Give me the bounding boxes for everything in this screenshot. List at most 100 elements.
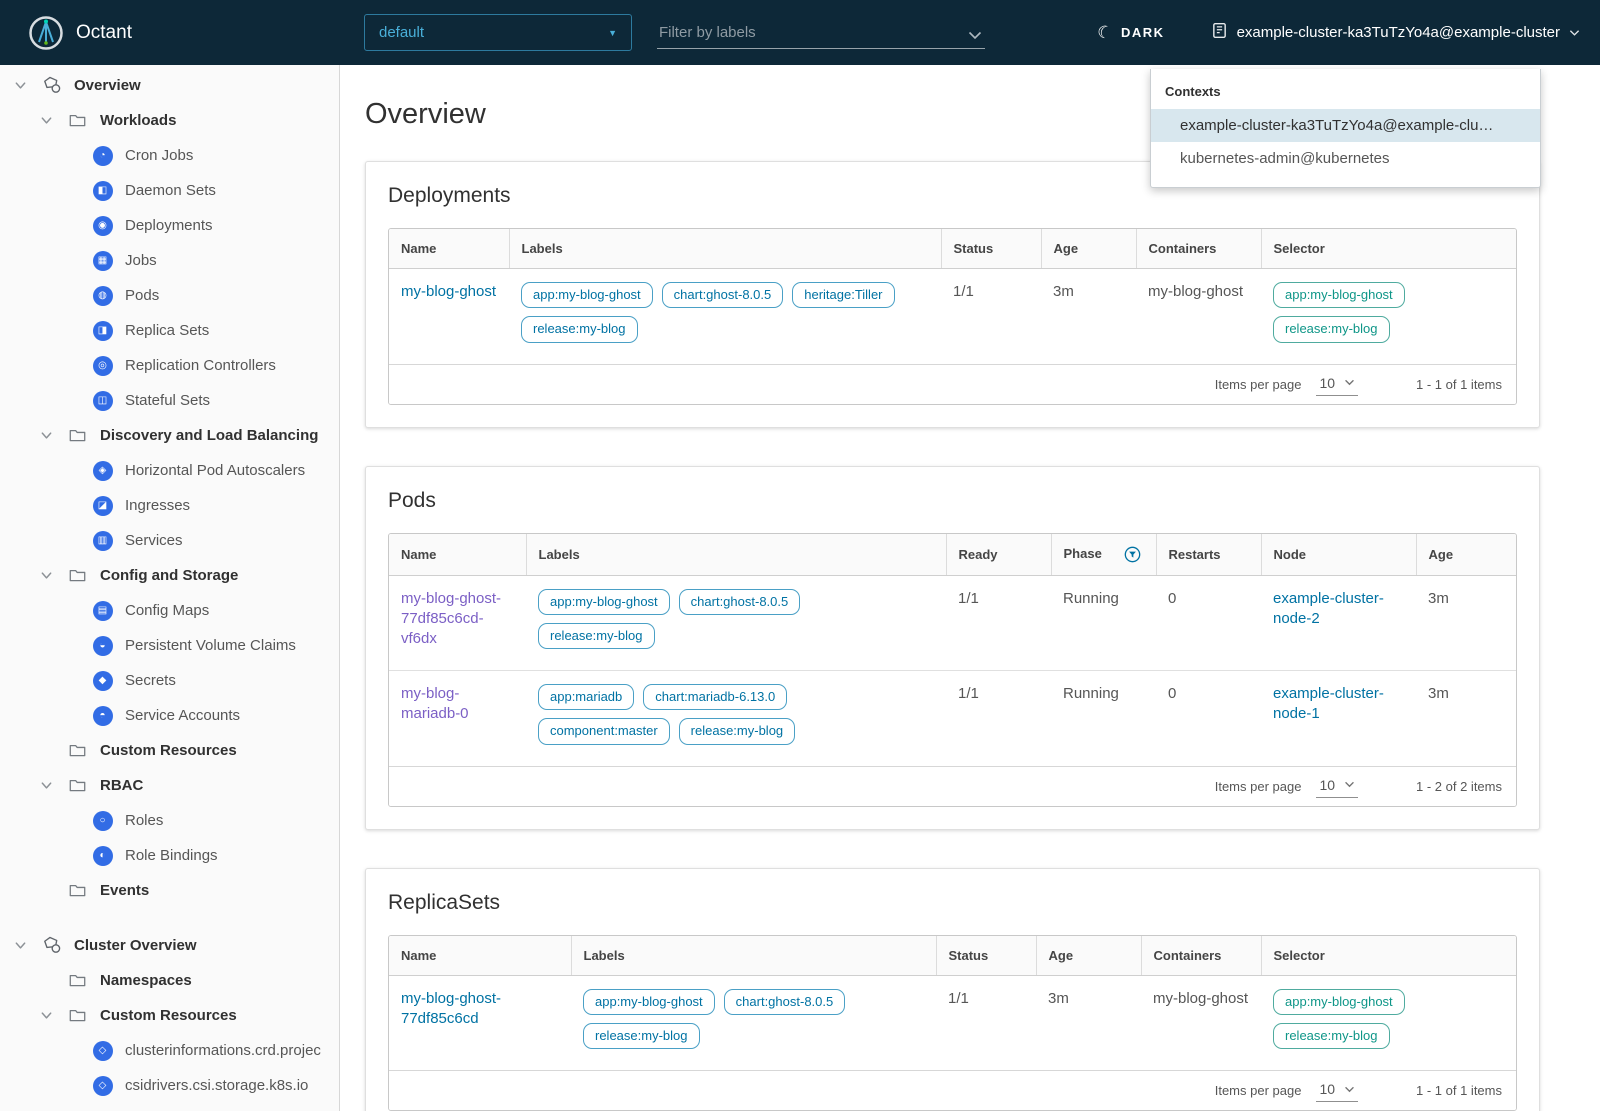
sidebar-item-pods[interactable]: ◍ Pods xyxy=(0,278,339,313)
pod-icon: ◍ xyxy=(92,285,113,306)
resource-link[interactable]: my-blog-ghost-77df85c6cd-vf6dx xyxy=(401,590,501,648)
context-option[interactable]: example-cluster-ka3TuTzYo4a@example-clu… xyxy=(1151,109,1540,142)
column-header-containers: Containers xyxy=(1136,229,1262,269)
resource-link[interactable]: my-blog-ghost xyxy=(401,283,496,300)
column-header-name: Name xyxy=(389,935,572,976)
resource-link[interactable]: example-cluster-node-1 xyxy=(1273,685,1384,722)
cell-value: 3m xyxy=(1428,685,1449,703)
label-pill: release:my-blog xyxy=(538,622,655,650)
column-header-age: Age xyxy=(1041,229,1137,269)
sidebar-item-replica-sets[interactable]: ◨ Replica Sets xyxy=(0,313,339,348)
cell-text: 1/1 xyxy=(941,269,1041,364)
items-per-page-value: 10 xyxy=(1319,374,1336,391)
theme-label: DARK xyxy=(1121,25,1165,40)
sidebar-item-services[interactable]: ▥ Services xyxy=(0,523,339,558)
column-filter-icon[interactable] xyxy=(1124,546,1141,563)
context-selector[interactable]: example-cluster-ka3TuTzYo4a@example-clus… xyxy=(1211,22,1580,44)
sidebar-item-label: Daemon Sets xyxy=(125,182,216,199)
chevron-down-icon xyxy=(1569,24,1580,42)
section-replicasets: ReplicaSets Name Labels Status Age Containers… xyxy=(365,867,1540,1111)
filter-labels-input[interactable] xyxy=(656,16,985,49)
sidebar-item-roles[interactable]: ○ Roles xyxy=(0,803,339,838)
ingress-icon: ◪ xyxy=(92,495,113,516)
sidebar-item-namespaces[interactable]: Namespaces xyxy=(0,963,339,998)
cell-value: Running xyxy=(1063,589,1119,607)
cell-selectors: app:my-blog-ghost release:my-blog xyxy=(1261,269,1516,364)
cell-value: 3m xyxy=(1428,589,1449,607)
sidebar-item-events[interactable]: Events xyxy=(0,873,339,908)
items-per-page-label: Items per page xyxy=(1214,1083,1302,1099)
sidebar-item-cluster-overview[interactable]: Cluster Overview xyxy=(0,928,339,963)
section-pods: Pods Name Labels Ready Phase Restarts Node Age m… xyxy=(365,465,1540,830)
column-header-restarts: Restarts xyxy=(1156,533,1262,576)
sidebar-item-ingresses[interactable]: ◪ Ingresses xyxy=(0,488,339,523)
sidebar-item-overview[interactable]: Overview xyxy=(0,68,339,103)
sidebar-item-daemon-sets[interactable]: ◧ Daemon Sets xyxy=(0,173,339,208)
sidebar-item-clusterinformations-crd-projec[interactable]: ◇ clusterinformations.crd.projec xyxy=(0,1033,339,1068)
column-header-status: Status xyxy=(936,935,1037,976)
folder-icon xyxy=(67,778,88,793)
column-header-labels: Labels xyxy=(526,533,947,576)
cell-text: 3m xyxy=(1416,575,1516,671)
sidebar-item-label: Overview xyxy=(74,77,141,94)
pagination-range: 1 - 2 of 2 items xyxy=(1416,778,1502,794)
sidebar-item-stateful-sets[interactable]: ◫ Stateful Sets xyxy=(0,383,339,418)
folder-icon xyxy=(67,883,88,898)
main-content: Overview Deployments Name Labels Status Age C… xyxy=(340,65,1600,1111)
context-option[interactable]: kubernetes-admin@kubernetes xyxy=(1151,142,1540,175)
items-per-page-select[interactable]: 10 xyxy=(1316,1079,1359,1103)
sidebar-item-replication-controllers[interactable]: ◎ Replication Controllers xyxy=(0,348,339,383)
column-header-labels: Labels xyxy=(509,229,942,269)
label-pill: app:mariadb xyxy=(538,684,635,711)
chevron-down-icon[interactable] xyxy=(968,27,982,45)
sidebar-item-jobs[interactable]: ▦ Jobs xyxy=(0,243,339,278)
chevron-down-icon xyxy=(1345,1086,1354,1092)
resource-link[interactable]: my-blog-ghost-77df85c6cd xyxy=(401,990,501,1027)
sidebar-item-custom-resources[interactable]: Custom Resources xyxy=(0,998,339,1033)
label-pill: heritage:Tiller xyxy=(792,282,895,309)
sidebar-item-config-maps[interactable]: ▤ Config Maps xyxy=(0,593,339,628)
sidebar-item-label: Role Bindings xyxy=(125,847,218,864)
label-pill: release:my-blog xyxy=(583,1022,700,1050)
sidebar-item-persistent-volume-claims[interactable]: ◒ Persistent Volume Claims xyxy=(0,628,339,663)
sidebar-item-cron-jobs[interactable]: ◔ Cron Jobs xyxy=(0,138,339,173)
column-header-age: Age xyxy=(1416,533,1516,576)
folder-icon xyxy=(67,568,88,583)
sidebar-item-workloads[interactable]: Workloads xyxy=(0,103,339,138)
sidebar-item-discovery-and-load-balancing[interactable]: Discovery and Load Balancing xyxy=(0,418,339,453)
selector-pill: app:my-blog-ghost xyxy=(1273,988,1405,1015)
namespace-select[interactable]: default ▼ xyxy=(363,14,632,51)
cell-text: Running xyxy=(1051,670,1156,766)
cluster-icon xyxy=(1211,22,1228,44)
theme-toggle[interactable]: ☾ DARK xyxy=(1094,21,1165,44)
label-pill: component:master xyxy=(538,718,670,745)
items-per-page-select[interactable]: 10 xyxy=(1316,373,1359,396)
items-per-page-select[interactable]: 10 xyxy=(1316,775,1359,798)
sidebar-item-role-bindings[interactable]: ◐ Role Bindings xyxy=(0,838,339,873)
table-row: my-blog-ghost-77df85c6cd-vf6dx app:my-blo… xyxy=(389,575,1516,671)
moon-icon: ☾ xyxy=(1094,21,1115,44)
sidebar-item-label: Deployments xyxy=(125,217,213,234)
sidebar-item-csidrivers-csi-storage-k8s-io[interactable]: ◇ csidrivers.csi.storage.k8s.io xyxy=(0,1068,339,1103)
resource-link[interactable]: example-cluster-node-2 xyxy=(1273,590,1384,627)
sidebar-item-label: Stateful Sets xyxy=(125,392,211,409)
cell-text: 3m xyxy=(1036,975,1141,1070)
role-icon: ○ xyxy=(92,810,113,831)
sidebar-item-horizontal-pod-autoscalers[interactable]: ◈ Horizontal Pod Autoscalers xyxy=(0,453,339,488)
sidebar-item-deployments[interactable]: ◉ Deployments xyxy=(0,208,339,243)
sidebar-item-service-accounts[interactable]: ◓ Service Accounts xyxy=(0,698,339,733)
resource-link[interactable]: my-blog-mariadb-0 xyxy=(401,685,469,722)
sidebar-item-label: RBAC xyxy=(100,777,144,794)
sidebar-item-config-and-storage[interactable]: Config and Storage xyxy=(0,558,339,593)
column-header-selector: Selector xyxy=(1261,935,1516,976)
cell-link: my-blog-mariadb-0 xyxy=(389,670,526,766)
cell-link: my-blog-ghost-77df85c6cd-vf6dx xyxy=(389,575,526,671)
sidebar-item-secrets[interactable]: ◆ Secrets xyxy=(0,663,339,698)
folder-icon xyxy=(67,428,88,443)
configmap-icon: ▤ xyxy=(92,600,113,621)
sidebar-item-custom-resources[interactable]: Custom Resources xyxy=(0,733,339,768)
sidebar-item-rbac[interactable]: RBAC xyxy=(0,768,339,803)
sidebar-item-label: Config and Storage xyxy=(100,567,239,584)
namespace-select-value: default xyxy=(378,24,425,41)
replicaset-icon: ◨ xyxy=(92,320,113,341)
